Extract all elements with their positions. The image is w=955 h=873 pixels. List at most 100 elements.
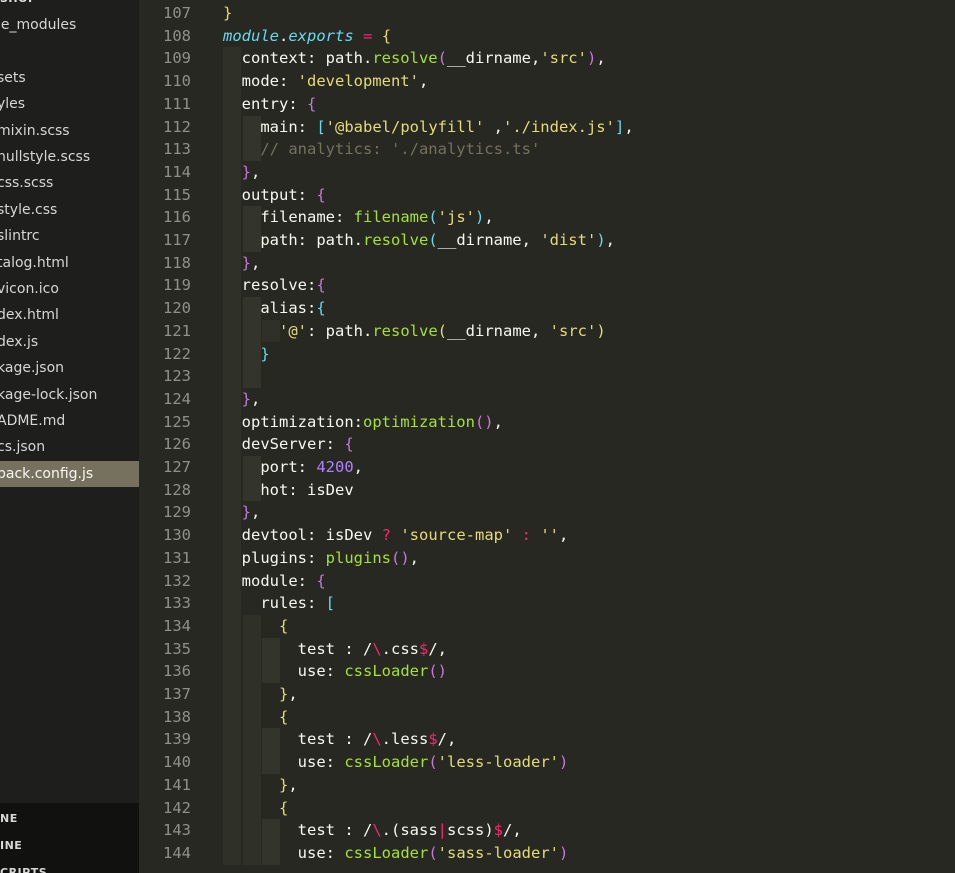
- code-line[interactable]: rules: [: [223, 592, 335, 615]
- code-line[interactable]: },: [223, 252, 261, 275]
- sidebar-file-label: le_modules: [0, 17, 77, 33]
- code-line[interactable]: main: ['@babel/polyfill' ,'./index.js'],: [223, 116, 633, 139]
- code-line[interactable]: {: [223, 706, 288, 729]
- project-folder-header[interactable]: SHOP: [0, 0, 37, 8]
- code-token: resolve:: [223, 276, 317, 295]
- code-line[interactable]: filename: filename('js'),: [223, 206, 493, 229]
- code-line[interactable]: optimization:optimization(),: [223, 411, 503, 434]
- code-token: scss): [447, 821, 494, 840]
- sidebar-file-item[interactable]: cs.json: [0, 434, 139, 460]
- sidebar-file-label: kage.json: [0, 360, 65, 377]
- code-line[interactable]: test : /\.(sass|scss)$/,: [223, 819, 522, 842]
- sidebar-file-item[interactable]: le_modules: [0, 12, 139, 38]
- sidebar-file-label: talog.html: [0, 254, 69, 271]
- sidebar-file-item[interactable]: yles: [0, 91, 139, 117]
- code-line[interactable]: test : /\.css$/,: [223, 638, 447, 661]
- code-token: (: [428, 843, 438, 862]
- code-line[interactable]: entry: {: [223, 93, 317, 116]
- sidebar-file-label: kage-lock.json: [0, 386, 98, 403]
- code-line[interactable]: },: [223, 501, 261, 524]
- code-token: {: [279, 798, 289, 817]
- sidebar-section-header[interactable]: INE: [0, 838, 22, 854]
- code-token: (: [437, 321, 447, 340]
- code-token: ): [474, 208, 485, 227]
- code-line[interactable]: use: cssLoader('less-loader'): [223, 751, 569, 774]
- code-token: {: [307, 94, 317, 113]
- sidebar-section-header[interactable]: CRIPTS: [0, 865, 47, 873]
- code-token: plugins: [325, 548, 391, 567]
- code-line[interactable]: resolve:{: [223, 274, 326, 297]
- sidebar-file-item[interactable]: vicon.ico: [0, 276, 139, 302]
- code-line[interactable]: use: cssLoader(): [223, 660, 447, 683]
- code-line[interactable]: },: [223, 683, 298, 706]
- code-line[interactable]: },: [223, 161, 261, 184]
- sidebar-file-item[interactable]: ADME.md: [0, 408, 139, 434]
- code-editor[interactable]: 107 108 109 110 111 112 113 114 115 116 117 118 119 1…: [139, 0, 955, 873]
- sidebar-file-item[interactable]: kage.json: [0, 355, 139, 381]
- code-token: (: [437, 49, 447, 68]
- code-token: ,: [251, 503, 261, 522]
- sidebar-file-item[interactable]: sets: [0, 65, 139, 91]
- code-area[interactable]: } module.exports = { context: path.resolv…: [139, 0, 955, 873]
- sidebar-file-item[interactable]: dex.js: [0, 329, 139, 355]
- code-line[interactable]: hot: isDev: [223, 479, 353, 502]
- code-line[interactable]: context: path.resolve(__dirname,'src'),: [223, 47, 606, 70]
- code-token: /,: [428, 639, 447, 658]
- code-line[interactable]: }: [223, 2, 232, 25]
- sidebar-file-item[interactable]: css.scss: [0, 170, 139, 196]
- sidebar-file-label: yles: [0, 96, 26, 113]
- sidebar-file-item[interactable]: pack.config.js: [0, 460, 139, 487]
- sidebar-section-header[interactable]: NE: [0, 811, 18, 827]
- code-line[interactable]: }: [223, 343, 269, 366]
- code-token: .(sass: [381, 821, 438, 840]
- code-token: filename: [353, 208, 429, 227]
- code-line[interactable]: },: [223, 388, 261, 411]
- code-token: ): [559, 843, 569, 862]
- code-line[interactable]: '@': path.resolve(__dirname, 'src'): [223, 320, 606, 343]
- code-line[interactable]: output: {: [223, 184, 326, 207]
- code-line[interactable]: devServer: {: [223, 433, 354, 456]
- sidebar-file-item[interactable]: talog.html: [0, 250, 139, 276]
- code-line[interactable]: },: [223, 774, 298, 797]
- sidebar-file-item[interactable]: kage-lock.json: [0, 382, 139, 408]
- sidebar-file-label: sets: [0, 69, 26, 86]
- code-token: alias:: [223, 299, 317, 318]
- code-line[interactable]: test : /\.less$/,: [223, 728, 457, 751]
- code-token: ,: [251, 162, 261, 181]
- sidebar-file-item[interactable]: dex.html: [0, 302, 139, 328]
- code-token: .less: [381, 730, 429, 749]
- code-token: rules:: [223, 594, 326, 613]
- code-line[interactable]: devtool: isDev ? 'source-map' : '',: [223, 524, 569, 547]
- code-line[interactable]: plugins: plugins(),: [223, 547, 419, 570]
- code-token: 'sass-loader': [437, 843, 559, 862]
- code-token: $: [493, 821, 504, 840]
- code-line[interactable]: mode: 'development',: [223, 70, 429, 93]
- code-line[interactable]: alias:{: [223, 297, 325, 320]
- sidebar-file-item[interactable]: style.css: [0, 197, 139, 223]
- sidebar-file-item[interactable]: nullstyle.scss: [0, 144, 139, 170]
- code-line[interactable]: {: [223, 615, 288, 638]
- sidebar-file-item[interactable]: slintrc: [0, 223, 139, 249]
- sidebar-file-item[interactable]: [0, 38, 139, 64]
- code-line[interactable]: // analytics: './analytics.ts': [223, 138, 540, 161]
- code-token: $: [418, 639, 429, 658]
- code-token: {: [316, 185, 326, 204]
- code-line[interactable]: {: [223, 797, 288, 820]
- sidebar-file-item[interactable]: mixin.scss: [0, 118, 139, 144]
- code-token: '@': [279, 321, 307, 340]
- code-line[interactable]: path: path.resolve(__dirname, 'dist'),: [223, 229, 615, 252]
- code-line[interactable]: port: 4200,: [223, 456, 363, 479]
- code-line[interactable]: module: {: [223, 570, 326, 593]
- code-token: cssLoader: [344, 662, 429, 681]
- code-token: ): [596, 321, 606, 340]
- code-token: {: [279, 616, 289, 635]
- code-line[interactable]: module.exports = {: [223, 25, 391, 48]
- code-token: ,: [251, 389, 261, 408]
- code-line[interactable]: use: cssLoader('sass-loader'): [223, 842, 569, 865]
